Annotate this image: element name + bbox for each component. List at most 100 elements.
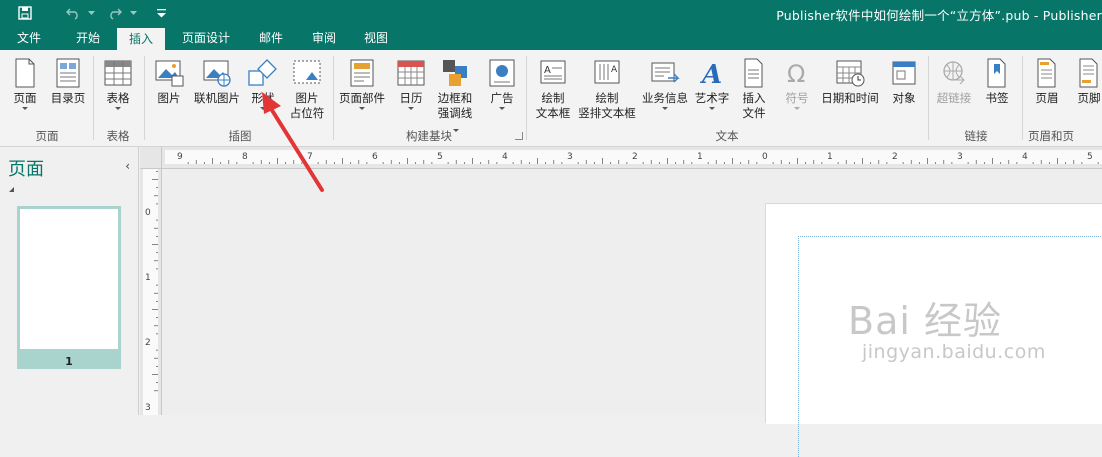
picture-button[interactable]: 图片 (150, 58, 188, 106)
redo-icon[interactable] (104, 3, 126, 23)
ruler-label: 4 (502, 152, 508, 162)
ribbon-tabs: 文件 开始 插入 页面设计 邮件 审阅 视图 (0, 26, 1102, 50)
svg-text:A: A (611, 65, 618, 75)
page-button[interactable]: 页面 (6, 58, 44, 110)
picture-placeholder-icon (293, 60, 321, 84)
wordart-button[interactable]: A 艺术字 (693, 58, 731, 110)
watermark-url: jingyan.baidu.com (862, 341, 1046, 363)
tab-review[interactable]: 审阅 (302, 26, 346, 50)
online-picture-icon (203, 60, 231, 87)
object-icon (892, 61, 916, 85)
borders-accents-icon (443, 60, 467, 86)
page-thumbnail-number: 1 (65, 355, 73, 368)
omega-icon: Ω (787, 60, 805, 88)
group-divider (526, 56, 527, 140)
vertical-ruler-ticks: 0 1 2 3 (145, 170, 158, 413)
section-expand-icon[interactable] (9, 187, 14, 192)
ruler-label: 4 (1022, 152, 1028, 162)
ruler-label: 9 (177, 152, 183, 162)
page-thumbnail[interactable]: 1 (17, 206, 121, 369)
wordart-icon: A (699, 60, 722, 88)
bookmark-button[interactable]: 书签 (978, 58, 1016, 106)
ruler-label: 2 (892, 152, 898, 162)
borders-accents-button[interactable]: 边框和 强调线 (432, 58, 478, 136)
table-button[interactable]: 表格 (98, 58, 138, 110)
redo-dropdown-icon[interactable] (128, 3, 138, 23)
group-label-building-blocks: 构建基块 (406, 129, 452, 143)
footer-icon (1079, 58, 1098, 88)
insert-file-button[interactable]: 插入 文件 (734, 58, 774, 121)
chevron-down-icon (662, 107, 668, 110)
tab-insert[interactable]: 插入 (117, 28, 165, 50)
online-picture-button[interactable]: 联机图片 (192, 58, 242, 106)
chevron-down-icon (499, 107, 505, 110)
tab-mailings[interactable]: 邮件 (248, 26, 294, 50)
save-icon[interactable] (14, 3, 36, 23)
hyperlink-button[interactable]: 超链接 (933, 58, 975, 106)
window-title: Publisher软件中如何绘制一个“立方体”.pub - Publisher (776, 8, 1102, 23)
ruler-label: 6 (372, 152, 378, 162)
date-time-button[interactable]: 日期和时间 (818, 58, 882, 106)
vertical-ruler[interactable]: 0 1 2 3 (140, 169, 162, 415)
picture-icon (155, 60, 184, 87)
chevron-down-icon (115, 107, 121, 110)
group-divider (1022, 56, 1023, 140)
group-label-pages: 页面 (35, 129, 59, 143)
vertical-text-box-icon: A (594, 60, 620, 84)
chevron-down-icon (408, 107, 414, 110)
calendar-button[interactable]: 日历 (393, 58, 429, 110)
ruler-label: 3 (145, 403, 151, 413)
group-divider (93, 56, 94, 140)
group-label-links: 链接 (964, 129, 988, 143)
svg-text:Ω: Ω (787, 60, 805, 88)
tab-file[interactable]: 文件 (4, 26, 54, 50)
bookmark-icon (987, 58, 1006, 88)
collapse-pane-icon[interactable]: ‹ (125, 159, 130, 173)
advertisements-button[interactable]: 广告 (484, 58, 520, 110)
date-time-icon (836, 60, 865, 87)
customize-qat-icon[interactable] (154, 3, 168, 23)
draw-text-box-button[interactable]: A 绘制 文本框 (530, 58, 576, 121)
calendar-icon (397, 60, 425, 86)
tab-page-design[interactable]: 页面设计 (170, 26, 242, 50)
header-button[interactable]: 页眉 (1028, 58, 1066, 106)
page-thumbnail-preview (20, 209, 118, 349)
ribbon-insert: 页面 目录页 页面 表格 表格 图片 联机图片 形状 图片 占位符 插图 页面部… (0, 50, 1102, 147)
pages-pane: 页面 ‹ 1 (0, 147, 139, 415)
ruler-label: 5 (1087, 152, 1093, 162)
ruler-label: 0 (762, 152, 768, 162)
ruler-label: 7 (307, 152, 313, 162)
tab-home[interactable]: 开始 (62, 26, 114, 50)
insert-file-icon (744, 58, 763, 88)
chevron-down-icon (359, 107, 365, 110)
page-parts-button[interactable]: 页面部件 (336, 58, 388, 110)
undo-dropdown-icon[interactable] (86, 3, 96, 23)
ruler-label: 3 (957, 152, 963, 162)
page-parts-icon (350, 59, 374, 87)
ruler-label: 5 (437, 152, 443, 162)
advertisement-icon (489, 59, 515, 87)
chevron-down-icon (22, 107, 28, 110)
undo-icon[interactable] (62, 3, 84, 23)
draw-vertical-text-box-button[interactable]: A 绘制 竖排文本框 (576, 58, 638, 121)
group-label-text: 文本 (715, 129, 739, 143)
object-button[interactable]: 对象 (886, 58, 922, 106)
business-info-button[interactable]: 业务信息 (640, 58, 690, 110)
horizontal-ruler[interactable]: 9 8 7 6 5 4 3 2 1 0 1 2 3 4 5 (140, 147, 1102, 169)
horizontal-ruler-ticks: 9 8 7 6 5 4 3 2 1 0 1 2 3 4 5 (177, 152, 1099, 164)
picture-placeholder-button[interactable]: 图片 占位符 (285, 58, 329, 121)
catalog-page-button[interactable]: 目录页 (48, 58, 88, 106)
chevron-down-icon (260, 107, 266, 110)
ruler-label: 1 (697, 152, 703, 162)
hyperlink-icon (943, 61, 965, 85)
tab-view[interactable]: 视图 (354, 26, 398, 50)
business-info-icon (651, 62, 680, 83)
symbol-button[interactable]: Ω 符号 (778, 58, 816, 110)
text-box-icon: A (540, 60, 566, 84)
shapes-icon (248, 59, 277, 86)
footer-button[interactable]: 页脚 (1070, 58, 1102, 106)
dialog-launcher-icon[interactable] (515, 132, 523, 140)
chevron-down-icon (794, 107, 800, 110)
shapes-button[interactable]: 形状 (245, 58, 281, 110)
chevron-down-icon (709, 107, 715, 110)
